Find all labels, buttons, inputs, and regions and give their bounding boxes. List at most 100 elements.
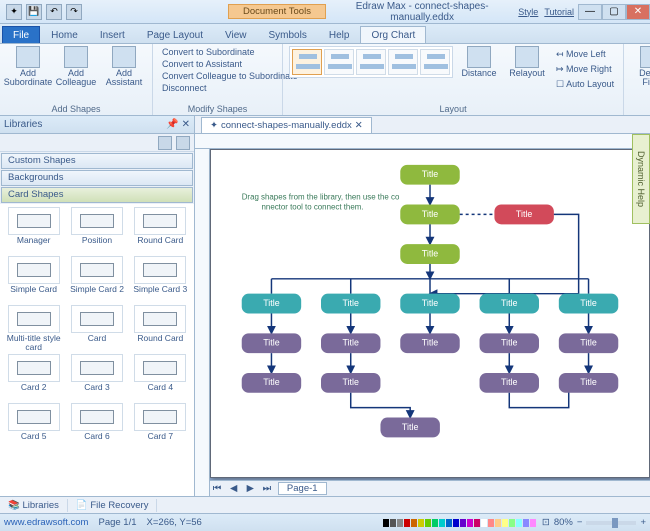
color-swatch[interactable] — [411, 519, 417, 527]
lib-tool-2[interactable] — [176, 136, 190, 150]
move-left-button[interactable]: ↤ Move Left — [553, 48, 617, 61]
layout-thumb-1[interactable] — [292, 49, 322, 75]
color-swatch[interactable] — [530, 519, 536, 527]
shape-simple-card-3[interactable]: Simple Card 3 — [130, 256, 191, 303]
lib-tool-1[interactable] — [158, 136, 172, 150]
tab-help[interactable]: Help — [318, 26, 361, 43]
qat-undo-icon[interactable]: ↶ — [46, 4, 62, 20]
page-tab[interactable]: Page-1 — [278, 482, 327, 495]
zoom-out-icon[interactable]: − — [577, 517, 583, 528]
lib-cat-card-shapes[interactable]: Card Shapes — [1, 187, 193, 203]
color-swatch[interactable] — [397, 519, 403, 527]
maximize-button[interactable]: ▢ — [602, 4, 626, 20]
shape-card-4[interactable]: Card 4 — [130, 354, 191, 401]
svg-text:Title: Title — [263, 338, 280, 348]
layout-thumb-2[interactable] — [324, 49, 354, 75]
color-swatch[interactable] — [390, 519, 396, 527]
qat-app-icon[interactable]: ✦ — [6, 4, 22, 20]
dynamic-help-panel[interactable]: Dynamic Help — [632, 134, 650, 224]
doc-tab-close-icon[interactable]: ✕ — [355, 120, 363, 131]
page-first-icon[interactable]: ⏮ — [210, 483, 224, 494]
tab-page-layout[interactable]: Page Layout — [136, 26, 214, 43]
modify-convert-colleague-to-subordinate[interactable]: Convert Colleague to Subordinate — [159, 70, 301, 82]
relayout-button[interactable]: Relayout — [505, 46, 549, 78]
color-swatch[interactable] — [474, 519, 480, 527]
vertical-ruler — [195, 149, 210, 496]
library-pin-icon[interactable]: 📌 ✕ — [166, 119, 190, 130]
tab-view[interactable]: View — [214, 26, 258, 43]
auto-layout-checkbox[interactable]: ☐ Auto Layout — [553, 78, 617, 91]
color-swatch[interactable] — [453, 519, 459, 527]
layout-thumb-4[interactable] — [388, 49, 418, 75]
drawing-canvas[interactable]: Drag shapes from the library, then use t… — [210, 149, 650, 478]
shape-card[interactable]: Card — [66, 305, 127, 352]
add-add-assistant-button[interactable]: Add Assistant — [102, 46, 146, 87]
shape-card-7[interactable]: Card 7 — [130, 403, 191, 450]
bottom-tab-recovery[interactable]: 📄 File Recovery — [68, 499, 158, 512]
close-button[interactable]: ✕ — [626, 4, 650, 20]
color-swatch[interactable] — [502, 519, 508, 527]
shape-round-card[interactable]: Round Card — [130, 207, 191, 254]
shape-position[interactable]: Position — [66, 207, 127, 254]
layout-thumb-5[interactable] — [420, 49, 450, 75]
add-add-colleague-button[interactable]: Add Colleague — [54, 46, 98, 87]
svg-text:Title: Title — [501, 298, 518, 308]
distance-button[interactable]: Distance — [457, 46, 501, 78]
page-next-icon[interactable]: ▶ — [243, 483, 257, 494]
tab-home[interactable]: Home — [40, 26, 89, 43]
bottom-tab-libraries[interactable]: 📚 Libraries — [0, 499, 68, 512]
lib-cat-backgrounds[interactable]: Backgrounds — [1, 170, 193, 186]
color-swatch[interactable] — [439, 519, 445, 527]
color-swatch[interactable] — [481, 519, 487, 527]
doc-tab[interactable]: ✦connect-shapes-manually.eddx✕ — [201, 117, 372, 133]
page-prev-icon[interactable]: ◀ — [227, 483, 241, 494]
shape-card-2[interactable]: Card 2 — [3, 354, 64, 401]
minimize-button[interactable]: — — [578, 4, 602, 20]
tab-file[interactable]: File — [2, 26, 40, 43]
color-swatch[interactable] — [404, 519, 410, 527]
color-swatch[interactable] — [460, 519, 466, 527]
tutorial-link[interactable]: Tutorial — [544, 7, 574, 17]
qat-redo-icon[interactable]: ↷ — [66, 4, 82, 20]
window-buttons: — ▢ ✕ — [578, 4, 650, 20]
zoom-in-icon[interactable]: + — [640, 517, 646, 528]
color-swatch[interactable] — [488, 519, 494, 527]
color-swatch[interactable] — [446, 519, 452, 527]
status-url[interactable]: www.edrawsoft.com — [4, 517, 88, 528]
qat-save-icon[interactable]: 💾 — [26, 4, 42, 20]
svg-text:Title: Title — [422, 169, 439, 179]
tab-insert[interactable]: Insert — [89, 26, 136, 43]
svg-text:Title: Title — [342, 377, 359, 387]
shape-multi-title-style-card[interactable]: Multi-title style card — [3, 305, 64, 352]
color-swatch[interactable] — [383, 519, 389, 527]
modify-disconnect[interactable]: Disconnect — [159, 82, 210, 94]
color-swatch[interactable] — [432, 519, 438, 527]
tab-org-chart[interactable]: Org Chart — [360, 26, 426, 43]
color-swatch[interactable] — [467, 519, 473, 527]
zoom-fit-icon[interactable]: ⊡ — [542, 517, 550, 528]
add-add-subordinate-button[interactable]: Add Subordinate — [6, 46, 50, 87]
orgdata-define-field-button[interactable]: Define Field — [630, 46, 650, 87]
color-swatch[interactable] — [516, 519, 522, 527]
shape-simple-card-2[interactable]: Simple Card 2 — [66, 256, 127, 303]
color-swatch[interactable] — [509, 519, 515, 527]
move-right-button[interactable]: ↦ Move Right — [553, 63, 617, 76]
shape-round-card[interactable]: Round Card — [130, 305, 191, 352]
zoom-slider[interactable] — [586, 521, 636, 525]
layout-thumb-3[interactable] — [356, 49, 386, 75]
color-swatch[interactable] — [418, 519, 424, 527]
modify-convert-to-subordinate[interactable]: Convert to Subordinate — [159, 46, 258, 58]
color-swatch[interactable] — [425, 519, 431, 527]
shape-manager[interactable]: Manager — [3, 207, 64, 254]
shape-simple-card[interactable]: Simple Card — [3, 256, 64, 303]
page-last-icon[interactable]: ⏭ — [260, 483, 274, 494]
modify-convert-to-assistant[interactable]: Convert to Assistant — [159, 58, 245, 70]
shape-card-3[interactable]: Card 3 — [66, 354, 127, 401]
tab-symbols[interactable]: Symbols — [258, 26, 318, 43]
shape-card-6[interactable]: Card 6 — [66, 403, 127, 450]
color-swatch[interactable] — [495, 519, 501, 527]
color-swatch[interactable] — [523, 519, 529, 527]
style-link[interactable]: Style — [518, 7, 538, 17]
shape-card-5[interactable]: Card 5 — [3, 403, 64, 450]
lib-cat-custom-shapes[interactable]: Custom Shapes — [1, 153, 193, 169]
